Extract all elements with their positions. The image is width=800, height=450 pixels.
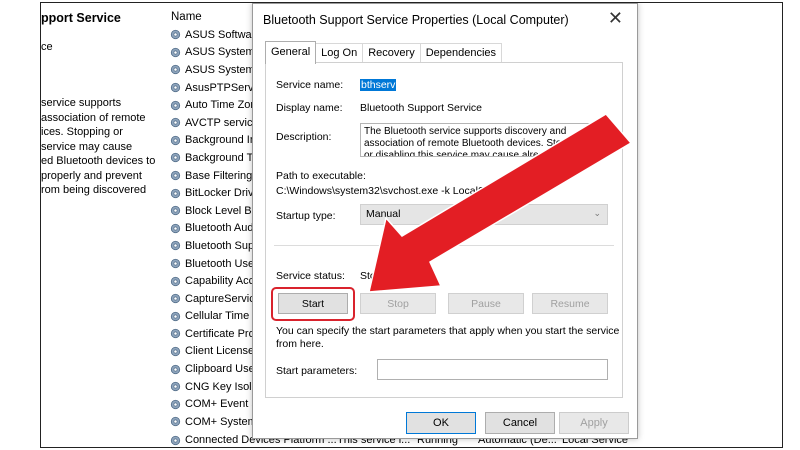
desc-line: rom being discovered [41, 184, 147, 196]
service-description-text: service supports association of remote i… [41, 96, 159, 198]
service-gear-icon [170, 188, 181, 198]
startup-type-label: Startup type: [276, 210, 336, 222]
display-name-label: Display name: [276, 102, 343, 114]
service-name: AVCTP service [185, 116, 259, 129]
service-gear-icon [170, 417, 181, 427]
desc-line: service may cause [41, 140, 133, 153]
service-gear-icon [170, 170, 181, 181]
resume-button[interactable]: Resume [532, 293, 608, 314]
tab-general[interactable]: General [265, 41, 317, 64]
service-name: Auto Time Zon [185, 99, 257, 112]
service-name: CaptureService [185, 292, 261, 305]
selected-service-title: pport Service [41, 11, 121, 25]
path-value: C:\Windows\system32\svchost.exe -k Local… [276, 185, 526, 197]
service-name-label: Service name: [276, 79, 344, 91]
service-name: Background Ta [185, 151, 259, 164]
service-gear-icon [170, 258, 181, 269]
service-gear-icon [170, 329, 181, 339]
service-name: Bluetooth Supp [185, 239, 261, 252]
pause-button[interactable]: Pause [448, 293, 524, 314]
start-params-hint-line1: You can specify the start parameters tha… [276, 325, 620, 337]
service-name-text: bthserv [360, 79, 397, 91]
service-gear-icon [170, 435, 181, 445]
service-gear-icon [170, 276, 181, 286]
service-name: CNG Key Isolat [185, 380, 261, 393]
service-gear-icon [170, 241, 181, 251]
service-gear-icon [170, 364, 181, 374]
service-gear-icon [170, 382, 181, 392]
service-gear-icon [170, 223, 181, 233]
service-gear-icon [170, 47, 181, 58]
screenshot-frame: pport Service ce service supports associ… [40, 2, 783, 448]
cancel-button[interactable]: Cancel [485, 412, 555, 434]
service-name: COM+ Event S [185, 398, 259, 411]
service-gear-icon [170, 65, 181, 75]
service-name: Bluetooth User [185, 257, 258, 270]
service-gear-icon [170, 30, 181, 40]
general-tab-panel: Service name: bthserv Display name: Blue… [265, 62, 623, 398]
service-gear-icon [170, 118, 181, 128]
startup-type-select[interactable]: Manual ⌄ [360, 204, 608, 225]
scroll-up-icon[interactable]: ▲ [598, 127, 605, 136]
service-gear-icon [170, 100, 181, 110]
service-gear-icon [170, 153, 181, 163]
left-pane-stub-text: ce [41, 41, 53, 53]
close-icon[interactable]: ✕ [608, 8, 623, 29]
chevron-down-icon: ⌄ [593, 208, 601, 218]
desc-line: association of remote [41, 111, 146, 124]
service-status-value: Stopped [360, 270, 400, 282]
dialog-title: Bluetooth Support Service Properties (Lo… [263, 13, 569, 27]
stop-button[interactable]: Stop [360, 293, 436, 314]
dialog-tabs: General Log On Recovery Dependencies [265, 41, 503, 64]
description-text: The Bluetooth service supports discovery… [364, 126, 586, 157]
description-scrollbar[interactable]: ▲ ▼ [598, 127, 605, 153]
start-button[interactable]: Start [278, 293, 348, 314]
service-status-label: Service status: [276, 270, 345, 282]
service-name: ASUS Software [185, 28, 262, 41]
service-name: Clipboard User [185, 363, 259, 376]
tab-dependencies[interactable]: Dependencies [419, 43, 503, 63]
service-name: BitLocker Drive [185, 187, 260, 200]
service-gear-icon [170, 399, 181, 409]
ok-button[interactable]: OK [406, 412, 476, 434]
divider [274, 245, 614, 246]
display-name-value: Bluetooth Support Service [360, 102, 482, 114]
service-properties-dialog: Bluetooth Support Service Properties (Lo… [252, 3, 638, 439]
startup-type-value: Manual [366, 208, 401, 220]
tab-log-on[interactable]: Log On [315, 43, 364, 63]
service-gear-icon [170, 346, 181, 357]
desc-line: service supports [41, 97, 122, 109]
description-label: Description: [276, 131, 332, 143]
service-gear-icon [170, 206, 181, 216]
desc-line: ed Bluetooth devices to [41, 155, 156, 167]
service-gear-icon [170, 311, 181, 321]
service-name: COM+ System [185, 415, 257, 428]
tab-recovery[interactable]: Recovery [362, 43, 421, 63]
service-name: Capability Acce [185, 275, 261, 288]
service-gear-icon [170, 135, 181, 145]
service-name: Base Filtering E [185, 169, 263, 182]
apply-button[interactable]: Apply [559, 412, 629, 434]
service-name: Certificate Prop [185, 327, 261, 340]
name-column-header[interactable]: Name [171, 11, 202, 23]
desc-line: ices. Stopping or [41, 126, 123, 138]
service-gear-icon [170, 294, 181, 304]
service-description-pane: pport Service ce service supports associ… [41, 3, 159, 447]
service-name: Cellular Time [185, 310, 250, 323]
service-name: Background In [185, 134, 256, 147]
service-gear-icon [170, 82, 181, 93]
description-textbox[interactable]: The Bluetooth service supports discovery… [360, 123, 608, 157]
start-params-hint-line2: from here. [276, 338, 324, 350]
scroll-down-icon[interactable]: ▼ [598, 144, 605, 153]
start-params-label: Start parameters: [276, 365, 358, 377]
service-name: Bluetooth Aud [185, 222, 254, 235]
service-name-value[interactable]: bthserv [360, 79, 397, 91]
path-label: Path to executable: [276, 170, 366, 182]
start-params-input[interactable] [377, 359, 608, 380]
desc-line: properly and prevent [41, 169, 142, 182]
